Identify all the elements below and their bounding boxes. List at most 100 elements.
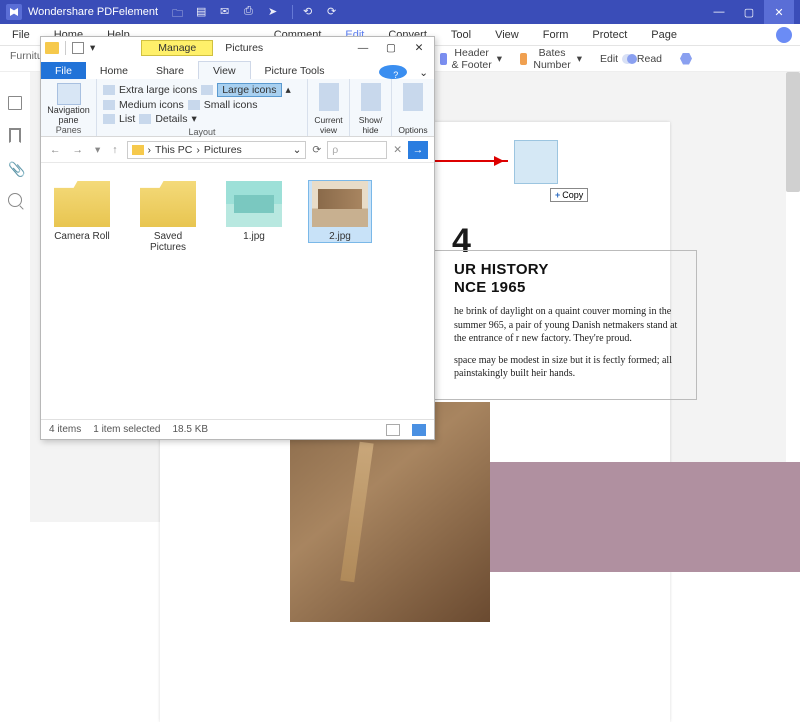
item-label: 2.jpg: [309, 231, 371, 242]
explorer-folder-icon: [45, 42, 59, 54]
explorer-file-list[interactable]: Camera Roll Saved Pictures 1.jpg 2.jpg: [41, 163, 434, 419]
qat-redo-icon[interactable]: ⟳: [327, 5, 341, 19]
layout-scroll-up[interactable]: ▴: [286, 84, 291, 96]
header-footer-icon: [440, 53, 447, 65]
qat-print-icon[interactable]: ⎙: [244, 5, 258, 19]
image-thumbnail: [312, 181, 368, 227]
menu-tool[interactable]: Tool: [439, 29, 483, 41]
explorer-maximize-button[interactable]: ▢: [380, 42, 402, 54]
path-segment-folder[interactable]: Pictures: [204, 144, 242, 156]
nav-forward-button[interactable]: →: [70, 144, 87, 156]
explorer-ribbon: Navigation pane Panes Extra large icons L…: [41, 79, 434, 137]
app-title: Wondershare PDFelement: [28, 6, 158, 18]
status-selected: 1 item selected: [93, 424, 160, 435]
lg-icons-icon: [201, 85, 213, 95]
search-clear-button[interactable]: ✕: [393, 144, 402, 156]
menu-page[interactable]: Page: [639, 29, 689, 41]
bates-icon: [520, 53, 527, 65]
layout-scroll-down[interactable]: ▾: [191, 113, 196, 125]
md-icons-button[interactable]: Medium icons: [119, 99, 184, 111]
refresh-button[interactable]: ⟳: [312, 144, 321, 156]
ribbon-collapse-icon[interactable]: ⌄: [413, 67, 434, 79]
nav-recent-dropdown[interactable]: ▾: [92, 144, 103, 156]
panes-group-label: Panes: [56, 125, 82, 135]
ribbon-group-panes: Navigation pane Panes: [41, 79, 97, 136]
edit-toggle-switch: [622, 54, 633, 64]
qat-mail-icon[interactable]: ✉: [220, 5, 234, 19]
list-button[interactable]: List: [119, 113, 135, 125]
explorer-minimize-button[interactable]: —: [352, 42, 374, 54]
explorer-context-tab[interactable]: Manage: [141, 40, 213, 56]
image-item[interactable]: 1.jpg: [223, 181, 285, 242]
folder-icon: [54, 181, 110, 227]
qat-divider: [292, 5, 293, 19]
details-button[interactable]: Details: [155, 113, 187, 125]
lg-icons-button[interactable]: Large icons: [217, 83, 281, 97]
search-icon[interactable]: [8, 193, 22, 207]
explorer-ribbon-tabs: File Home Share View Picture Tools ? ⌄: [41, 59, 434, 79]
image-thumbnail: [226, 181, 282, 227]
navigation-pane-label: Navigation pane: [47, 105, 90, 125]
search-go-button[interactable]: →: [408, 141, 428, 159]
options-button[interactable]: [403, 83, 423, 111]
edit-toggle[interactable]: EditRead: [600, 53, 662, 65]
explorer-qat-props-icon[interactable]: [72, 42, 84, 54]
explorer-qat-dropdown[interactable]: ▾: [90, 42, 95, 54]
page-text-frame[interactable]: UR HISTORYNCE 1965 he brink of daylight …: [425, 250, 697, 400]
xl-icons-icon: [103, 85, 115, 95]
ribbon-tab-share[interactable]: Share: [142, 62, 198, 79]
window-minimize-button[interactable]: —: [704, 0, 734, 24]
thumbnails-icon[interactable]: [8, 96, 22, 110]
bates-label: Bates Number: [531, 47, 572, 71]
view-details-button[interactable]: [386, 424, 400, 436]
nav-back-button[interactable]: ←: [47, 144, 64, 156]
ribbon-tab-file[interactable]: File: [41, 62, 86, 79]
window-maximize-button[interactable]: ▢: [734, 0, 764, 24]
bookmarks-icon[interactable]: [9, 128, 21, 143]
xl-icons-button[interactable]: Extra large icons: [119, 84, 197, 96]
view-thumbnails-button[interactable]: [412, 424, 426, 436]
address-path[interactable]: › This PC› Pictures ⌄: [127, 141, 307, 159]
bates-number-button[interactable]: Bates Number▾: [520, 47, 582, 71]
ribbon-tab-home[interactable]: Home: [86, 62, 142, 79]
header-footer-button[interactable]: Header & Footer▾: [440, 47, 502, 71]
explorer-close-button[interactable]: ✕: [408, 42, 430, 54]
qat-save-icon[interactable]: ▤: [196, 5, 210, 19]
file-explorer-window: ▾ Manage Pictures — ▢ ✕ File Home Share …: [40, 36, 435, 440]
menu-form[interactable]: Form: [531, 29, 581, 41]
qat-undo-icon[interactable]: ⟲: [303, 5, 317, 19]
vertical-scrollbar[interactable]: [786, 72, 800, 192]
current-view-button[interactable]: [319, 83, 339, 111]
path-segment-root[interactable]: This PC: [155, 144, 192, 156]
details-icon: [139, 114, 151, 124]
explorer-search-input[interactable]: ρ: [327, 141, 387, 159]
edit-label: Edit: [600, 53, 618, 65]
menu-view[interactable]: View: [483, 29, 531, 41]
ribbon-tab-view[interactable]: View: [198, 61, 251, 79]
window-close-button[interactable]: ✕: [764, 0, 794, 24]
options-label: Options: [398, 125, 427, 135]
attachments-icon[interactable]: 📎: [8, 161, 22, 175]
qat-share-icon[interactable]: ➤: [268, 5, 282, 19]
item-label: 1.jpg: [223, 231, 285, 242]
copy-cursor-badge: Copy: [550, 188, 588, 202]
item-label: Saved Pictures: [137, 231, 199, 253]
show-hide-label: Show/ hide: [356, 115, 385, 135]
show-hide-button[interactable]: [361, 83, 381, 111]
user-avatar-icon[interactable]: [776, 27, 792, 43]
folder-item[interactable]: Saved Pictures: [137, 181, 199, 253]
menu-file[interactable]: File: [0, 29, 42, 41]
folder-item[interactable]: Camera Roll: [51, 181, 113, 242]
page-paragraph-1: he brink of daylight on a quaint couver …: [454, 305, 684, 346]
ribbon-help-icon[interactable]: ?: [379, 65, 407, 79]
settings-hex-icon[interactable]: [680, 53, 692, 65]
ribbon-tab-picture-tools[interactable]: Picture Tools: [251, 62, 339, 79]
menu-protect[interactable]: Protect: [580, 29, 639, 41]
nav-up-button[interactable]: ↑: [109, 144, 120, 156]
qat-open-icon[interactable]: 🗀: [172, 5, 186, 19]
image-item-selected[interactable]: 2.jpg: [309, 181, 371, 242]
layout-group-label: Layout: [103, 127, 301, 137]
navigation-pane-button[interactable]: [57, 83, 81, 105]
sm-icons-button[interactable]: Small icons: [204, 99, 258, 111]
left-rail: 📎: [0, 72, 30, 207]
